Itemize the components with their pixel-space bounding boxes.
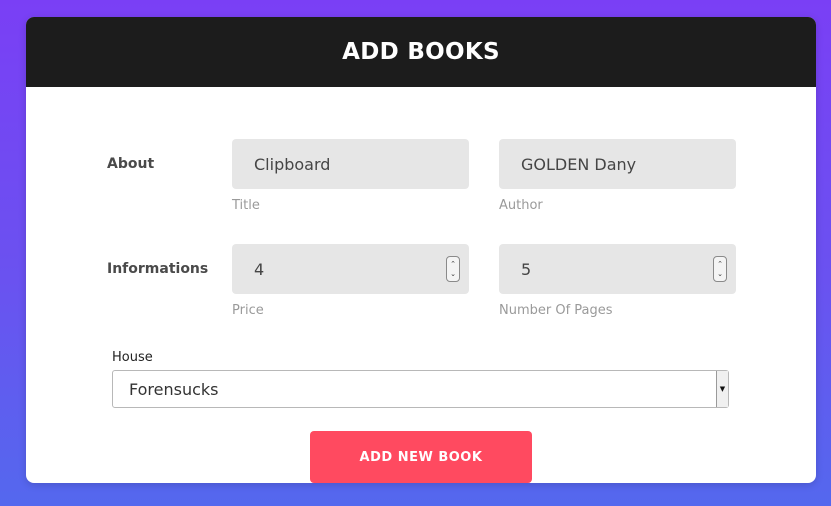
title-input[interactable]: Clipboard: [232, 139, 469, 189]
spinner-up-icon[interactable]: ⌃: [450, 259, 456, 269]
house-select-value: Forensucks: [129, 379, 219, 399]
dropdown-arrow-icon[interactable]: ▼: [716, 371, 728, 407]
add-book-card: ADD BOOKS About Clipboard Title GOLDEN D…: [26, 17, 816, 483]
author-input-value: GOLDEN Dany: [521, 154, 637, 174]
card-header: ADD BOOKS: [26, 17, 816, 87]
informations-row-label: Informations: [107, 261, 209, 277]
pages-input-value: 5: [521, 259, 532, 279]
author-help-text: Author: [499, 198, 543, 213]
number-spinner-icon[interactable]: ⌃ ⌄: [446, 256, 460, 282]
add-new-book-button[interactable]: ADD NEW BOOK: [310, 431, 532, 483]
spinner-up-icon[interactable]: ⌃: [717, 259, 723, 269]
number-spinner-icon[interactable]: ⌃ ⌄: [713, 256, 727, 282]
title-help-text: Title: [232, 198, 260, 213]
pages-help-text: Number Of Pages: [499, 303, 613, 318]
title-input-value: Clipboard: [254, 154, 331, 174]
spinner-down-icon[interactable]: ⌄: [450, 269, 456, 279]
price-input[interactable]: 4 ⌃ ⌄: [232, 244, 469, 294]
about-row-label: About: [107, 156, 155, 172]
house-label: House: [112, 350, 153, 365]
price-help-text: Price: [232, 303, 264, 318]
price-input-value: 4: [254, 259, 265, 279]
spinner-down-icon[interactable]: ⌄: [717, 269, 723, 279]
page-title: ADD BOOKS: [342, 39, 500, 65]
author-input[interactable]: GOLDEN Dany: [499, 139, 736, 189]
pages-input[interactable]: 5 ⌃ ⌄: [499, 244, 736, 294]
house-select[interactable]: Forensucks ▼: [112, 370, 729, 408]
add-new-book-button-label: ADD NEW BOOK: [359, 449, 483, 465]
